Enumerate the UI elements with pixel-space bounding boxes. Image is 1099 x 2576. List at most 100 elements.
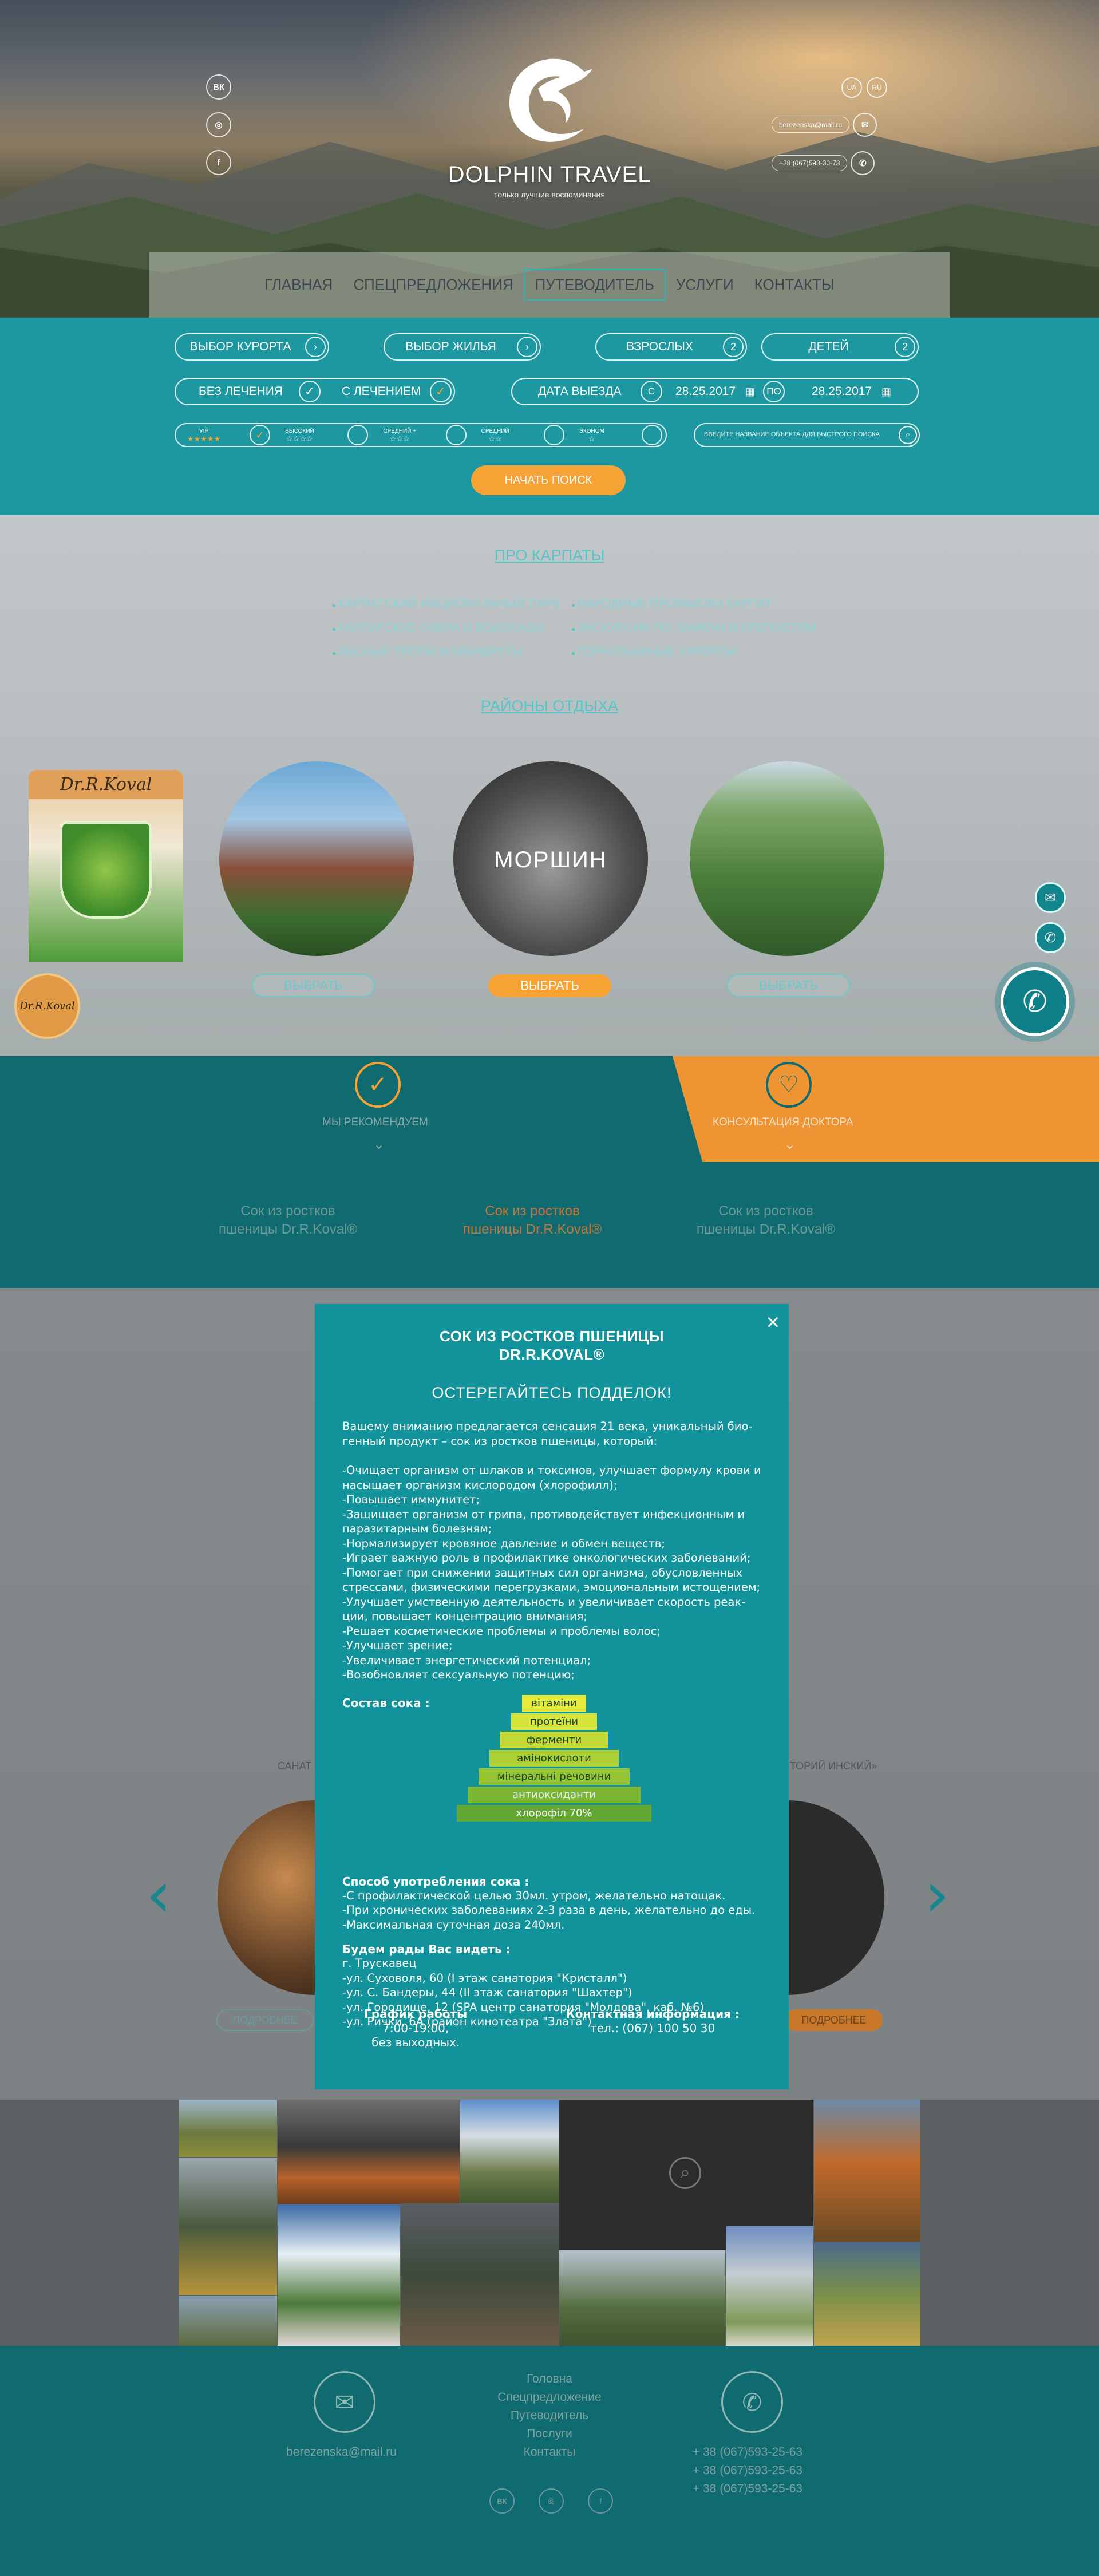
modal-title: СОК ИЗ РОСТКОВ ПШЕНИЦЫ DR.R.KOVAL® — [342, 1327, 761, 1364]
resort-morshyn[interactable]: МОРШИН — [453, 761, 648, 956]
about-link[interactable]: НАРОДНЫЕ ПРОМЫСЛЫ КАРПАТ — [571, 592, 816, 617]
koval-badge[interactable]: Dr.R.Koval — [14, 973, 80, 1039]
vk-icon[interactable]: ВК — [489, 2488, 515, 2514]
site-logo[interactable]: DOLPHIN TRAVEL только лучшие воспоминани… — [446, 49, 653, 199]
phone-icon[interactable]: ✆ — [721, 2371, 783, 2433]
about-link[interactable]: ЭКСКУРСИИ ПО ЗАМКАМ И КРЕПОСТЯМ — [571, 617, 816, 641]
header-phone[interactable]: +38 (067)593-30-73 ✆ — [772, 151, 875, 175]
about-title[interactable]: ПРО КАРПАТЫ — [0, 547, 1099, 564]
nav-specials[interactable]: СПЕЦПРЕДЛОЖЕНИЯ — [343, 270, 523, 299]
footer-link[interactable]: Послуги — [492, 2425, 607, 2443]
footer-phone[interactable]: + 38 (067)593-25-63 — [693, 2462, 802, 2480]
callback-phone-icon[interactable]: ✆ — [1001, 967, 1069, 1036]
footer-link[interactable]: Контакты — [492, 2443, 607, 2462]
treatment-checkbox[interactable]: ✓ — [430, 381, 452, 402]
class-checkbox[interactable] — [642, 425, 663, 445]
gallery-photo[interactable] — [401, 2203, 559, 2346]
treatment-toggle: БЕЗ ЛЕЧЕНИЯ ✓ С ЛЕЧЕНИЕМ ✓ — [175, 378, 455, 405]
gallery-photo[interactable] — [460, 2100, 559, 2203]
nav-guide[interactable]: ПУТЕВОДИТЕЛЬ — [523, 269, 666, 301]
class-high[interactable]: ВЫСОКИЙ ☆☆☆☆ — [274, 425, 371, 445]
resort-select[interactable]: ВЫБОР КУРОРТА › — [175, 333, 329, 361]
mail-icon[interactable]: ✉ — [1035, 882, 1066, 913]
calendar-icon[interactable]: ▦ — [881, 386, 891, 398]
choose-button[interactable]: ВЫБРАТЬ — [727, 974, 850, 997]
gallery-photo[interactable] — [814, 2242, 920, 2346]
adults-stepper[interactable]: ВЗРОСЛЫХ 2 — [595, 333, 747, 361]
nav-services[interactable]: УСЛУГИ — [666, 270, 744, 299]
no-treatment-checkbox[interactable]: ✓ — [299, 381, 321, 402]
contact-heading: Контактная информация : — [566, 2007, 740, 2021]
recommend-item[interactable]: Сок из ростков пшеницы Dr.R.Koval® — [458, 1202, 607, 1239]
chevron-down-icon[interactable]: ⌄ — [784, 1136, 796, 1153]
gallery-photo[interactable] — [559, 2250, 725, 2346]
vk-icon[interactable]: ВК — [206, 74, 231, 100]
koval-ad-banner[interactable]: Dr.R.Koval — [29, 770, 183, 962]
facebook-icon[interactable]: f — [206, 150, 231, 175]
mail-icon[interactable]: ✉ — [314, 2371, 375, 2433]
class-checkbox[interactable] — [445, 425, 467, 445]
class-mid-plus[interactable]: СРЕДНИЙ + ☆☆☆ — [371, 425, 469, 445]
facebook-icon[interactable]: f — [588, 2488, 613, 2514]
recommend-label[interactable]: МЫ РЕКОМЕНДУЕМ — [322, 1116, 428, 1129]
about-link[interactable]: ЛЕСНЫЕ ТРОПЫ И МАРШРУТЫ — [332, 641, 560, 665]
chevron-down-icon[interactable]: ⌄ — [373, 1136, 385, 1153]
housing-select[interactable]: ВЫБОР ЖИЛЬЯ › — [384, 333, 541, 361]
quick-search-placeholder: ВВЕДИТЕ НАЗВАНИЕ ОБЪЕКТА ДЛЯ БЫСТРОГО ПО… — [704, 431, 880, 438]
close-icon[interactable]: × — [766, 1311, 780, 1334]
class-mid[interactable]: СРЕДНИЙ ☆☆ — [470, 425, 568, 445]
more-button[interactable]: ПОДРОБНЕЕ — [216, 2009, 314, 2031]
doctor-label[interactable]: КОНСУЛЬТАЦИЯ ДОКТОРА — [713, 1116, 853, 1129]
phone-icon[interactable]: ✆ — [1035, 922, 1066, 953]
class-checkbox[interactable]: ✓ — [250, 425, 271, 445]
resort-carpathians[interactable] — [690, 761, 884, 956]
prev-arrow-icon[interactable]: ‹ — [146, 1858, 171, 1931]
more-button[interactable]: ПОДРОБНЕЕ — [785, 2009, 883, 2031]
calendar-icon[interactable]: ▦ — [745, 386, 755, 398]
search-icon[interactable]: ⌕ — [899, 426, 917, 444]
quick-search-input[interactable]: ВВЕДИТЕ НАЗВАНИЕ ОБЪЕКТА ДЛЯ БЫСТРОГО ПО… — [694, 423, 920, 447]
footer-email[interactable]: berezenska@mail.ru — [286, 2443, 397, 2462]
gallery-photo[interactable] — [726, 2226, 813, 2346]
nav-contacts[interactable]: КОНТАКТЫ — [744, 270, 845, 299]
product-modal: × СОК ИЗ РОСТКОВ ПШЕНИЦЫ DR.R.KOVAL® ОСТ… — [315, 1304, 789, 2089]
lang-ru[interactable]: RU — [867, 77, 887, 98]
regions-title[interactable]: РАЙОНЫ ОТДЫХА — [0, 697, 1099, 715]
nav-home[interactable]: ГЛАВНАЯ — [254, 270, 343, 299]
treatment-label: С ЛЕЧЕНИЕМ — [342, 385, 421, 398]
instagram-icon[interactable]: ◎ — [539, 2488, 564, 2514]
class-economy[interactable]: ЭКОНОМ ☆ — [568, 425, 666, 445]
gallery-photo[interactable] — [278, 2204, 400, 2346]
footer-phone[interactable]: + 38 (067)593-25-63 — [693, 2443, 802, 2462]
gallery-photo[interactable] — [179, 2100, 277, 2157]
class-checkbox[interactable] — [347, 425, 369, 445]
lang-ua[interactable]: UA — [841, 77, 862, 98]
footer-phone[interactable]: + 38 (067)593-25-63 — [693, 2480, 802, 2498]
start-search-button[interactable]: НАЧАТЬ ПОИСК — [471, 465, 626, 495]
choose-button[interactable]: ВЫБРАТЬ — [488, 974, 611, 997]
class-vip[interactable]: VIP ★★★★★ ✓ — [176, 425, 274, 445]
resort-truskavets[interactable] — [219, 761, 414, 956]
about-link[interactable]: КАРПАТСКИЕ ОЗЕРА И ВОДОПАДЫ — [332, 617, 560, 641]
gallery-photo[interactable] — [179, 2296, 277, 2346]
recommend-item[interactable]: Сок из ростков пшеницы Dr.R.Koval® — [214, 1202, 362, 1239]
about-link[interactable]: КАРПАТСКИЙ НАЦИОНАЛЬНЫЙ ПАРК — [332, 592, 560, 617]
recommend-item[interactable]: Сок из ростков пшеницы Dr.R.Koval® — [691, 1202, 840, 1239]
footer-link[interactable]: Спецпредложение — [492, 2388, 607, 2407]
doctor-tab[interactable] — [673, 1056, 1099, 1162]
instagram-icon[interactable]: ◎ — [206, 112, 231, 137]
choose-button[interactable]: ВЫБРАТЬ — [252, 974, 375, 997]
from-date-input[interactable]: 28.25.2017 — [675, 385, 736, 398]
kids-count: 2 — [895, 337, 915, 357]
gallery-photo[interactable] — [814, 2100, 920, 2242]
footer-link[interactable]: Головна — [492, 2370, 607, 2388]
to-date-input[interactable]: 28.25.2017 — [812, 385, 872, 398]
class-checkbox[interactable] — [543, 425, 564, 445]
gallery-photo[interactable] — [179, 2158, 277, 2295]
kids-stepper[interactable]: ДЕТЕЙ 2 — [761, 333, 919, 361]
gallery-photo[interactable] — [278, 2100, 460, 2204]
header-email[interactable]: berezenska@mail.ru ✉ — [772, 113, 877, 137]
about-link[interactable]: ГОРНОЛЫЖНЫЕ КУРОРТЫ — [571, 641, 816, 665]
footer-link[interactable]: Путеводитель — [492, 2407, 607, 2425]
next-arrow-icon[interactable]: › — [924, 1858, 950, 1931]
